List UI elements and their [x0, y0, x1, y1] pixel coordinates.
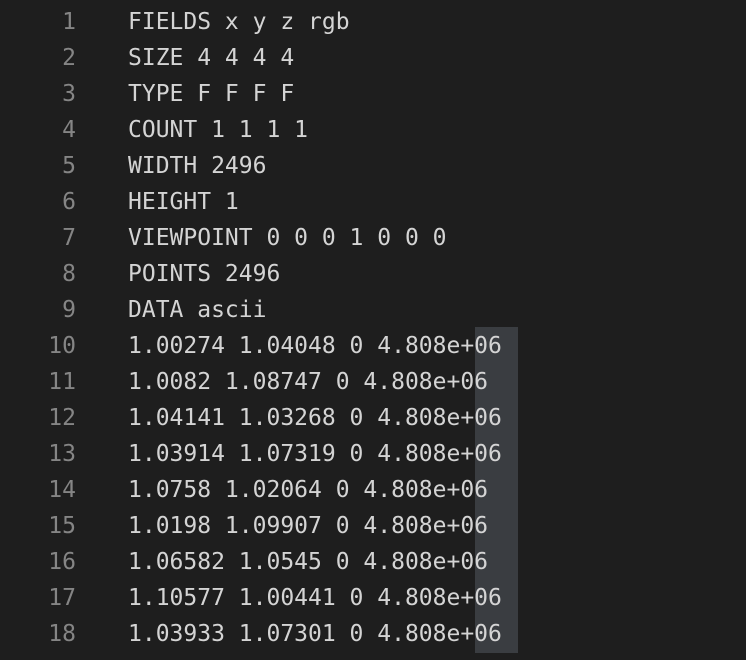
line-number: 9	[62, 297, 76, 323]
line-text: WIDTH 2496	[128, 153, 267, 179]
line-text: COUNT 1 1 1 1	[128, 117, 309, 143]
line-number: 5	[62, 153, 76, 179]
line-text: 1.0198 1.09907 0 4.808e+06	[128, 513, 489, 539]
line-number: 2	[62, 45, 76, 71]
line-text: 1.06582 1.0545 0 4.808e+06	[128, 549, 489, 575]
line-text: 1.10577 1.00441 0 4.808e+06	[128, 585, 502, 611]
line-text: 1.00274 1.04048 0 4.808e+06	[128, 333, 502, 359]
code-editor[interactable]: 1 FIELDS x y z rgb 2 SIZE 4 4 4 4 3 TYPE F F …	[0, 0, 746, 660]
line-number: 12	[48, 405, 76, 431]
line-number: 15	[48, 513, 76, 539]
line-number: 8	[62, 261, 76, 287]
line-number: 4	[62, 117, 76, 143]
line-number: 14	[48, 477, 76, 503]
line-text: 1.0082 1.08747 0 4.808e+06	[128, 369, 489, 395]
line-number: 11	[48, 369, 76, 395]
line-number: 13	[48, 441, 76, 467]
line-text: 1.03914 1.07319 0 4.808e+06	[128, 441, 502, 467]
line-text: DATA ascii	[128, 297, 267, 323]
line-number: 6	[62, 189, 76, 215]
line-text: TYPE F F F F	[128, 81, 295, 107]
line-text: VIEWPOINT 0 0 0 1 0 0 0	[128, 225, 447, 251]
line-number: 17	[48, 585, 76, 611]
line-text: FIELDS x y z rgb	[128, 9, 350, 35]
line-text: POINTS 2496	[128, 261, 281, 287]
line-number: 7	[62, 225, 76, 251]
line-number: 10	[48, 333, 76, 359]
line-number: 16	[48, 549, 76, 575]
line-text: SIZE 4 4 4 4	[128, 45, 295, 71]
line-text: 1.0758 1.02064 0 4.808e+06	[128, 477, 489, 503]
line-text: 1.03933 1.07301 0 4.808e+06	[128, 621, 502, 647]
line-number: 18	[48, 621, 76, 647]
line-number: 3	[62, 81, 76, 107]
line-number: 1	[62, 9, 76, 35]
line-text: 1.04141 1.03268 0 4.808e+06	[128, 405, 502, 431]
line-text: HEIGHT 1	[128, 189, 239, 215]
